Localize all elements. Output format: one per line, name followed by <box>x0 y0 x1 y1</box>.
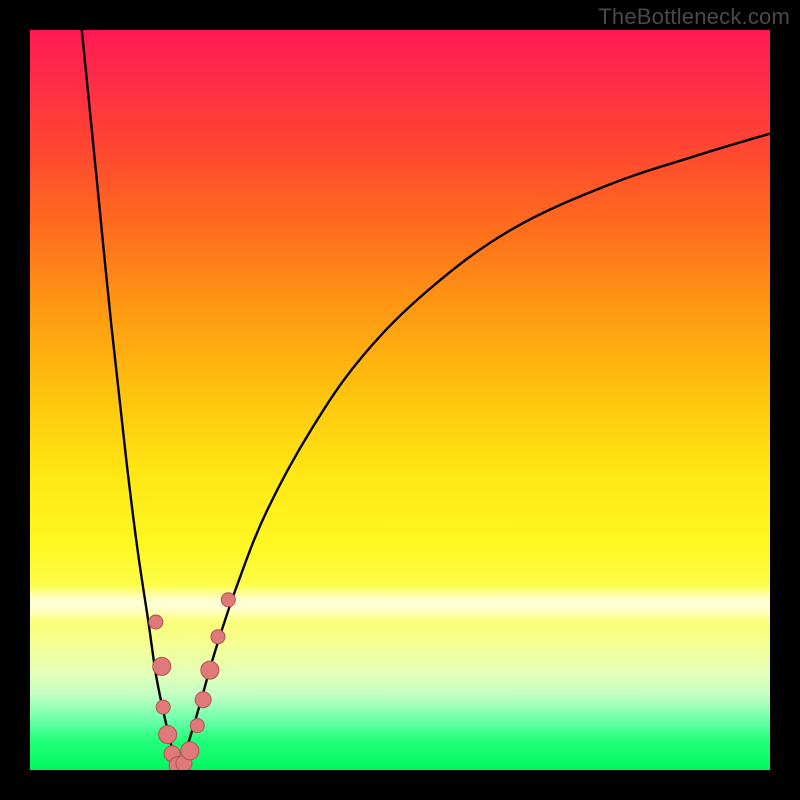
bottleneck-curve-right <box>178 134 770 770</box>
data-bead <box>149 615 163 629</box>
data-bead <box>195 692 211 708</box>
bead-group <box>149 593 236 770</box>
data-bead <box>211 630 225 644</box>
plot-area <box>30 30 770 770</box>
watermark-text: TheBottleneck.com <box>598 4 790 30</box>
data-bead <box>159 725 177 743</box>
data-bead <box>221 593 235 607</box>
data-bead <box>153 657 171 675</box>
data-bead <box>190 719 204 733</box>
data-bead <box>156 700 170 714</box>
chart-frame: TheBottleneck.com <box>0 0 800 800</box>
data-bead <box>181 742 199 760</box>
data-bead <box>201 661 219 679</box>
curve-layer <box>30 30 770 770</box>
